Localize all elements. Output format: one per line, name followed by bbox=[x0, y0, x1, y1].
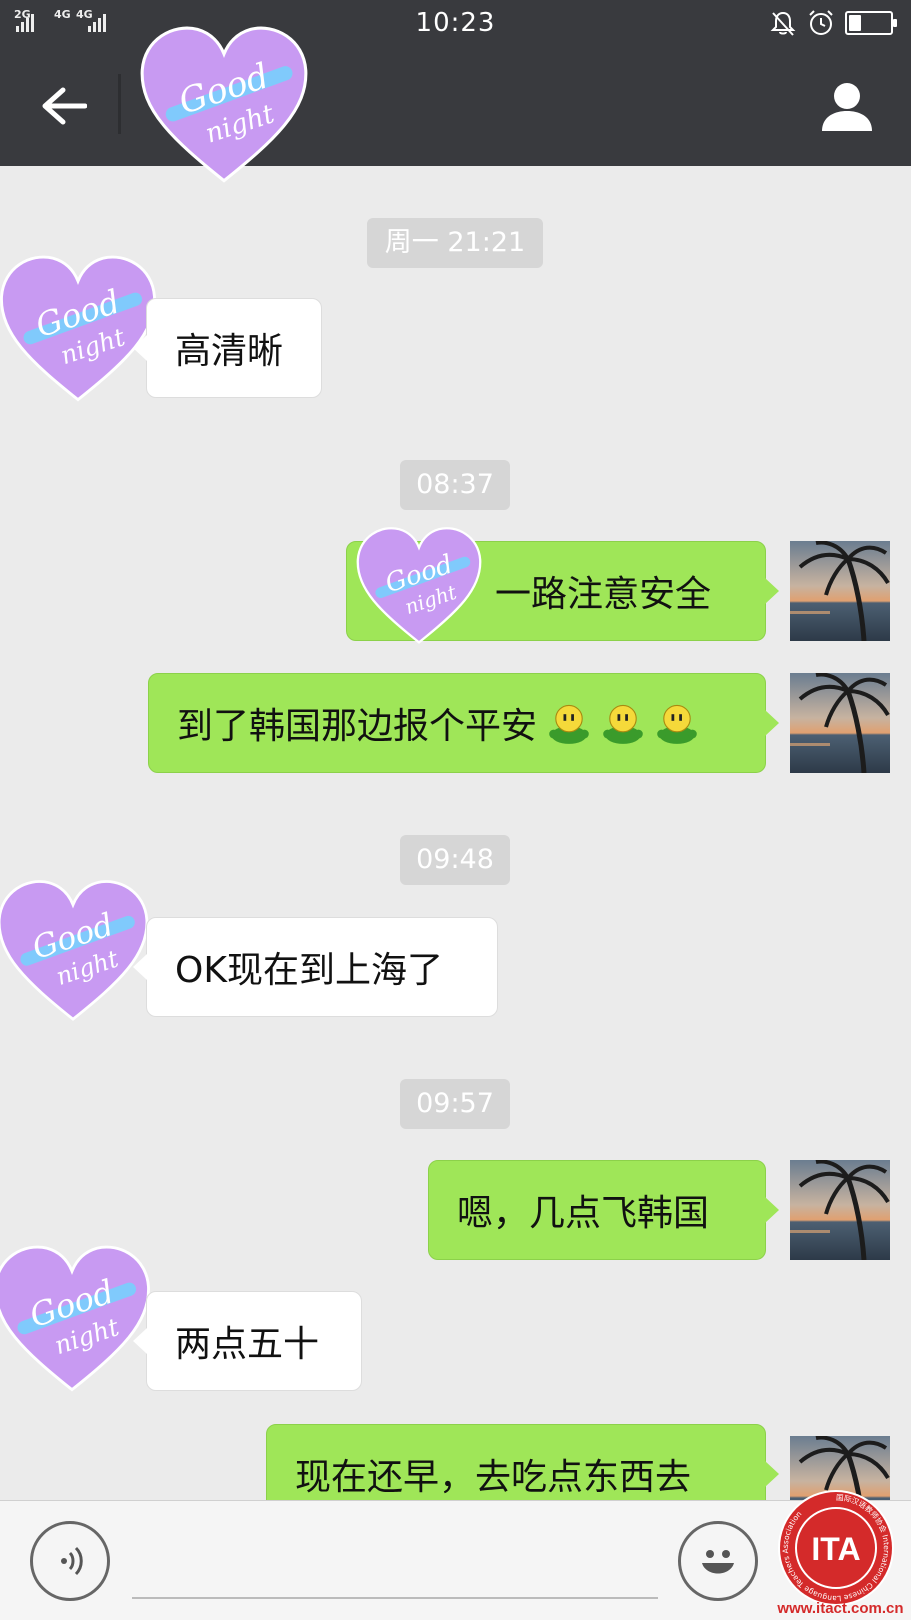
timestamp: 08:37 bbox=[400, 460, 510, 510]
arrow-left-icon bbox=[42, 87, 87, 125]
sticker-overlay bbox=[350, 520, 488, 650]
emoji-button[interactable] bbox=[678, 1521, 758, 1601]
back-button[interactable] bbox=[28, 70, 100, 142]
bubble-text: 两点五十 bbox=[133, 1291, 362, 1391]
voice-button[interactable] bbox=[30, 1521, 110, 1601]
seal-text: ITA bbox=[811, 1531, 860, 1567]
person-icon bbox=[822, 83, 872, 131]
timestamp: 09:48 bbox=[400, 835, 510, 885]
status-icons bbox=[769, 8, 897, 38]
profile-button[interactable] bbox=[807, 66, 887, 146]
message-outgoing[interactable]: 到了韩国那边报个平安 bbox=[148, 673, 779, 773]
timestamp: 09:57 bbox=[400, 1079, 510, 1129]
watermark-url: www.itact.com.cn bbox=[777, 1600, 904, 1617]
header-divider bbox=[118, 74, 121, 134]
green-smiley-emoji-icon bbox=[655, 701, 699, 745]
emoji-group bbox=[537, 701, 699, 745]
bubble-text: 高清晰 bbox=[133, 298, 322, 398]
my-avatar[interactable] bbox=[790, 673, 890, 773]
my-avatar[interactable] bbox=[790, 1160, 890, 1260]
bubble-text: 嗯，几点飞韩国 bbox=[428, 1160, 779, 1260]
smiley-icon bbox=[702, 1550, 734, 1574]
sender-avatar[interactable] bbox=[0, 1236, 158, 1400]
timestamp: 周一 21:21 bbox=[367, 218, 543, 268]
sender-avatar[interactable] bbox=[0, 870, 156, 1030]
sender-avatar[interactable] bbox=[0, 246, 164, 410]
chat-header bbox=[0, 46, 911, 166]
bubble-text: 到了韩国那边报个平安 bbox=[177, 706, 538, 747]
message-incoming[interactable]: OK现在到上海了 bbox=[133, 917, 498, 1017]
battery-level bbox=[849, 15, 861, 31]
watermark-seal-logo: ITA 国际汉语教师协会 International Chinese Langu… bbox=[778, 1490, 894, 1606]
my-avatar[interactable] bbox=[790, 541, 890, 641]
mute-bell-icon bbox=[770, 11, 796, 36]
message-incoming[interactable]: 两点五十 bbox=[133, 1291, 362, 1391]
bubble-content: 到了韩国那边报个平安 bbox=[148, 673, 779, 773]
battery-icon bbox=[845, 11, 897, 35]
bubble-text: OK现在到上海了 bbox=[133, 917, 498, 1017]
message-incoming[interactable]: 高清晰 bbox=[133, 298, 322, 398]
green-smiley-emoji-icon bbox=[547, 701, 591, 745]
green-smiley-emoji-icon bbox=[601, 701, 645, 745]
voice-icon bbox=[61, 1546, 83, 1576]
contact-avatar[interactable] bbox=[132, 16, 316, 192]
alarm-icon bbox=[809, 10, 833, 35]
message-input[interactable] bbox=[132, 1597, 658, 1599]
message-outgoing[interactable]: 嗯，几点飞韩国 bbox=[428, 1160, 779, 1260]
